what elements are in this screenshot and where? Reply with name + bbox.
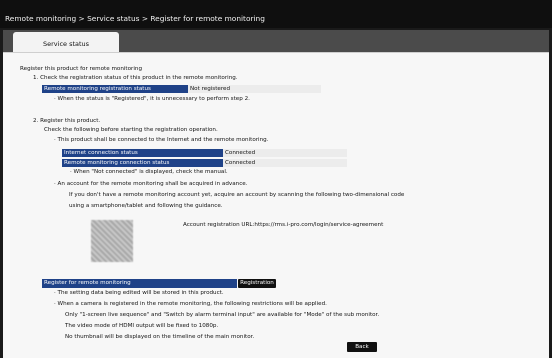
back-button[interactable]: Back bbox=[347, 342, 377, 352]
registration-status-label: Remote monitoring registration status bbox=[42, 85, 188, 93]
step2-heading: 2. Register this product. bbox=[33, 118, 101, 124]
account-instructions-line2: using a smartphone/tablet and following … bbox=[69, 203, 223, 209]
tab-label: Service status bbox=[43, 40, 90, 48]
step2-intro: Check the following before starting the … bbox=[44, 127, 218, 133]
internet-status-value: Connected bbox=[223, 149, 347, 157]
registration-status-value: Not registered bbox=[188, 85, 321, 93]
step2-note: · When "Not connected" is displayed, che… bbox=[70, 169, 228, 175]
remote-connection-label: Remote monitoring connection status bbox=[62, 159, 223, 167]
step2-bullet-connection: · This product shall be connected to the… bbox=[54, 137, 269, 143]
step2-bullet-account: · An account for the remote monitoring s… bbox=[54, 181, 248, 187]
step1-note: · When the status is "Registered", it is… bbox=[54, 96, 250, 102]
tab-strip: Service status bbox=[3, 30, 549, 54]
restriction-thumbnail: No thumbnail will be displayed on the ti… bbox=[65, 334, 255, 340]
restriction-sub-monitor: Only "1-screen live sequence" and "Switc… bbox=[65, 312, 380, 318]
title-bar: Remote monitoring > Service status > Reg… bbox=[0, 0, 552, 28]
register-remote-label: Register for remote monitoring bbox=[42, 279, 237, 288]
content-panel: Register this product for remote monitor… bbox=[3, 52, 549, 358]
restriction-hdmi: The video mode of HDMI output will be fi… bbox=[65, 323, 219, 329]
registration-button[interactable]: Registration bbox=[238, 279, 276, 288]
account-registration-url: Account registration URL:https://rms.i-p… bbox=[183, 222, 384, 228]
register-note-restrictions: · When a camera is registered in the rem… bbox=[54, 301, 327, 307]
tab-service-status[interactable]: Service status bbox=[13, 32, 119, 54]
qr-code-image bbox=[91, 220, 133, 262]
register-note-saved: · The setting data being edited will be … bbox=[54, 290, 224, 296]
internet-status-label: Internet connection status bbox=[62, 149, 223, 157]
section-title: Register this product for remote monitor… bbox=[20, 66, 142, 72]
step1-heading: 1. Check the registration status of this… bbox=[33, 75, 238, 81]
remote-connection-value: Connected bbox=[223, 159, 347, 167]
breadcrumb: Remote monitoring > Service status > Reg… bbox=[5, 14, 265, 23]
account-instructions-line1: If you don't have a remote monitoring ac… bbox=[69, 192, 405, 198]
